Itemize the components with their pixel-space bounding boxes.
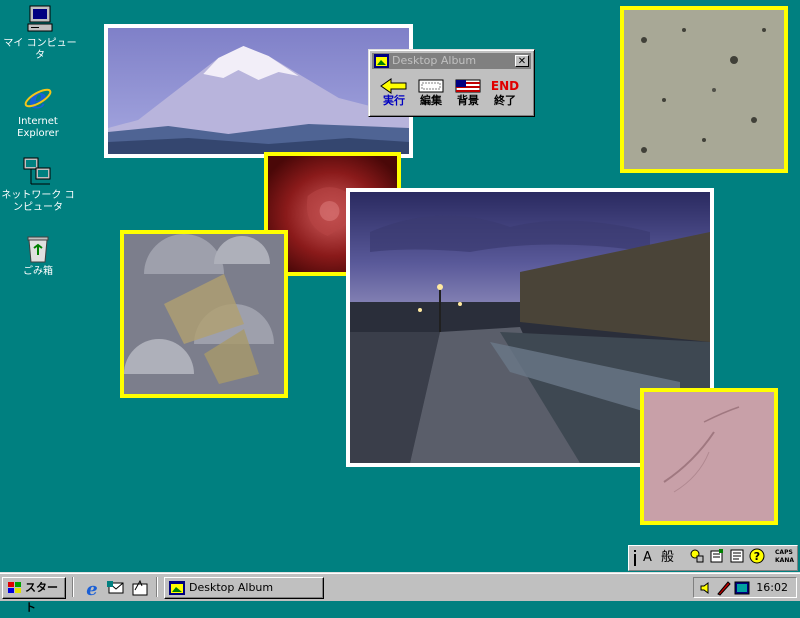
task-desktop-album-button[interactable]: Desktop Album <box>164 577 324 599</box>
run-label: 実行 <box>383 94 405 107</box>
end-icon: END <box>490 78 520 94</box>
desktop-album-window[interactable]: Desktop Album ✕ 実行 編集 背景 END 終了 <box>368 49 535 117</box>
background-button[interactable]: 背景 <box>451 78 485 112</box>
start-label: スタート <box>25 581 58 614</box>
frame-icon <box>418 79 444 93</box>
kana-label: KANA <box>775 557 794 564</box>
internet-explorer-desktop-icon[interactable]: e Internet Explorer <box>0 82 76 140</box>
quicklaunch-show-desktop-icon[interactable] <box>130 578 150 598</box>
ime-info-icon[interactable] <box>632 548 638 568</box>
album-app-icon <box>374 54 389 68</box>
edit-button[interactable]: 編集 <box>414 78 448 112</box>
stone-texture-photo[interactable] <box>620 6 788 173</box>
background-label: 背景 <box>457 94 479 107</box>
ime-toolbar[interactable]: A 般 ? CAPS KANA <box>628 545 798 571</box>
network-label: ネットワーク コンピュータ <box>1 190 75 213</box>
album-close-button[interactable]: ✕ <box>515 55 529 67</box>
pink-texture-photo[interactable] <box>640 388 778 525</box>
caps-kana-indicator[interactable]: CAPS KANA <box>775 549 794 565</box>
caps-label: CAPS <box>775 549 793 556</box>
flag-icon <box>455 79 481 93</box>
ime-input-mode[interactable]: A <box>643 548 652 568</box>
task-label: Desktop Album <box>189 581 274 594</box>
quicklaunch-outlook-icon[interactable] <box>106 578 126 598</box>
run-button[interactable]: 実行 <box>377 78 411 112</box>
album-title-bar[interactable]: Desktop Album ✕ <box>372 53 531 69</box>
my-computer-icon[interactable]: マイ コンピュータ <box>2 4 78 62</box>
arrow-left-icon <box>380 78 407 94</box>
start-button[interactable]: スタート <box>2 577 66 614</box>
mountain-image <box>108 28 409 154</box>
album-task-icon <box>169 581 185 595</box>
ie-logo-icon: e <box>24 82 52 114</box>
ime-conversion-mode[interactable]: 般 <box>661 548 674 568</box>
ime-pad-icon[interactable] <box>709 548 725 568</box>
ime-tool-icon[interactable] <box>689 548 705 568</box>
pen-icon[interactable] <box>716 580 732 596</box>
fan-pattern-photo[interactable] <box>120 230 288 398</box>
network-icon <box>23 157 51 185</box>
speaker-icon[interactable] <box>698 580 714 596</box>
svg-text:?: ? <box>754 550 760 563</box>
end-label: 終了 <box>494 94 516 107</box>
recycle-bin-icon[interactable]: ごみ箱 <box>0 232 76 278</box>
svg-text:e: e <box>86 579 97 598</box>
ime-help-icon[interactable]: ? <box>749 548 765 568</box>
taskbar: スタート e Desktop Album 16:02 <box>0 572 800 614</box>
ime-dictionary-icon[interactable] <box>729 548 745 568</box>
taskbar-separator-2 <box>156 577 158 597</box>
album-title: Desktop Album <box>392 54 477 67</box>
computer-icon <box>27 5 53 32</box>
taskbar-separator <box>72 577 74 597</box>
stone-texture <box>624 10 784 169</box>
trash-icon <box>27 236 49 263</box>
display-settings-icon[interactable] <box>734 580 750 596</box>
recycle-bin-label: ごみ箱 <box>23 266 53 277</box>
pink-paper-texture <box>644 392 774 521</box>
fan-pattern-texture <box>124 234 284 394</box>
network-computer-icon[interactable]: ネットワーク コンピュータ <box>0 156 76 214</box>
mount-fuji-photo[interactable] <box>104 24 413 158</box>
internet-explorer-label: Internet Explorer <box>17 116 59 139</box>
windows-logo-icon <box>8 582 21 593</box>
clock[interactable]: 16:02 <box>756 581 788 594</box>
end-button[interactable]: END 終了 <box>488 78 522 112</box>
system-tray: 16:02 <box>693 577 797 598</box>
my-computer-label: マイ コンピュータ <box>3 38 77 61</box>
quicklaunch-ie-icon[interactable]: e <box>82 578 102 600</box>
svg-text:e: e <box>29 82 47 114</box>
edit-label: 編集 <box>420 94 442 107</box>
